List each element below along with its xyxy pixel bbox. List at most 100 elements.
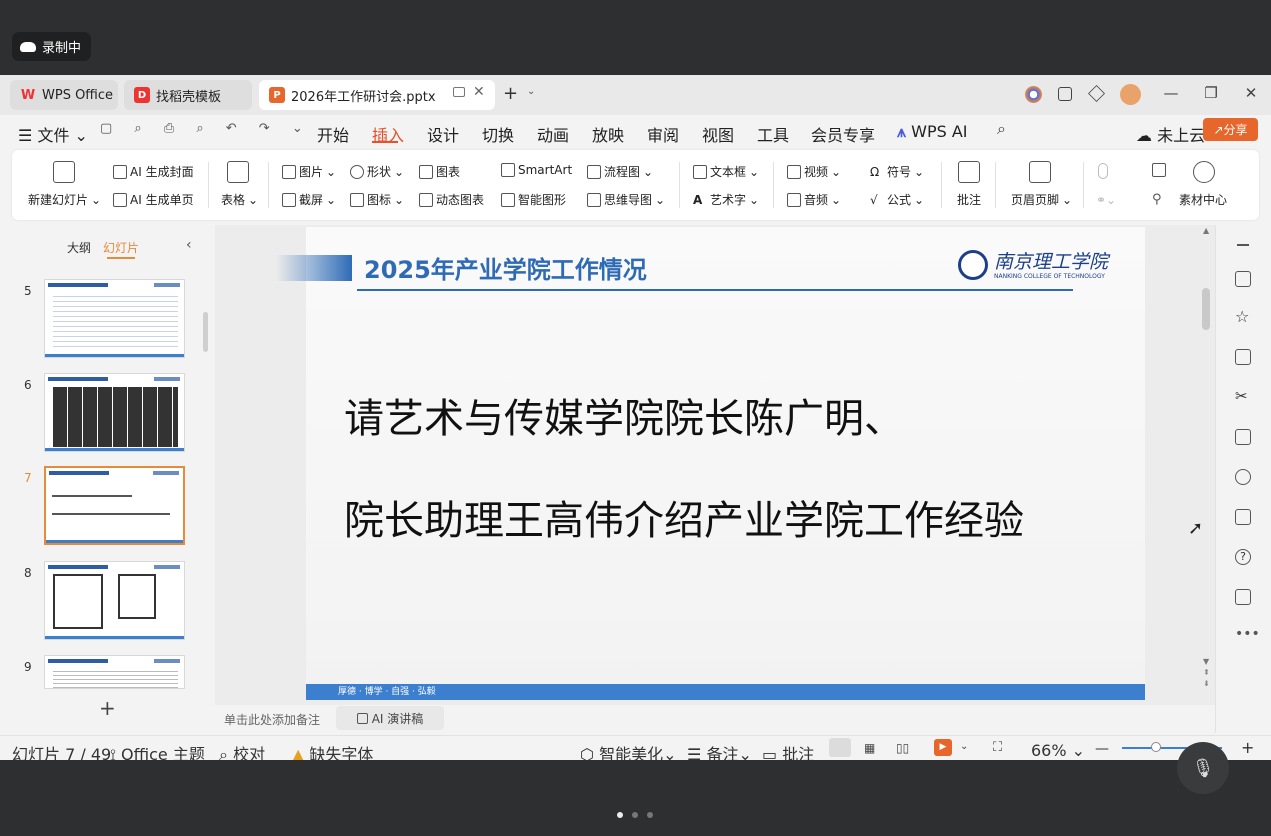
slide-thumbnail-7[interactable] xyxy=(44,466,185,545)
shirt-icon[interactable] xyxy=(1235,429,1251,445)
ai-cover-button[interactable]: AI 生成封面 xyxy=(113,163,194,180)
normal-view-icon[interactable] xyxy=(829,738,851,757)
page-dot[interactable] xyxy=(632,812,638,818)
scroll-up-icon[interactable]: ▲ xyxy=(1203,226,1209,235)
chat-icon[interactable] xyxy=(1235,589,1251,605)
ai-page-button[interactable]: AI 生成单页 xyxy=(113,191,194,208)
menu-tools[interactable]: 工具 xyxy=(757,122,789,146)
slide-thumbnail-8[interactable] xyxy=(44,561,185,640)
menu-animation[interactable]: 动画 xyxy=(537,122,569,146)
share-button[interactable]: ↗ 分享 xyxy=(1203,118,1258,141)
menu-member[interactable]: 会员专享 xyxy=(811,122,875,146)
page-dot[interactable] xyxy=(647,812,653,818)
menu-view[interactable]: 视图 xyxy=(702,122,734,146)
window-layout-icon[interactable] xyxy=(1058,87,1072,101)
flowchart-button[interactable]: 流程图 ⌄ xyxy=(587,163,653,180)
wordart-button[interactable]: A 艺术字 ⌄ xyxy=(693,191,759,208)
menu-transition[interactable]: 切换 xyxy=(482,122,514,146)
attachment-icon[interactable]: ⚲ xyxy=(1152,192,1162,207)
new-slide-button[interactable]: 新建幻灯片 ⌄ xyxy=(28,191,101,208)
restore-icon[interactable]: ❐ xyxy=(1200,84,1222,102)
slide-body-line-2[interactable]: 院长助理王高伟介绍产业学院工作经验 xyxy=(344,488,1024,546)
search-icon[interactable]: ⌕ xyxy=(997,119,1006,139)
screenshot-button[interactable]: 截屏 ⌄ xyxy=(282,191,336,208)
formula-button[interactable]: √ 公式 ⌄ xyxy=(870,191,924,208)
new-slide-icon xyxy=(53,161,75,183)
slides-tab[interactable]: 幻灯片 xyxy=(103,239,139,256)
float-window-icon[interactable] xyxy=(453,87,465,97)
close-tab-icon[interactable]: ✕ xyxy=(473,84,485,100)
icon-button[interactable]: 图标 ⌄ xyxy=(350,191,404,208)
star-icon[interactable]: ☆ xyxy=(1235,309,1251,326)
add-slide-icon[interactable]: + xyxy=(99,696,116,720)
slide-body-line-1[interactable]: 请艺术与传媒学院院长陈广明、 xyxy=(344,386,904,444)
page-nav-icons[interactable]: ▼ ⇞ ⇟ xyxy=(1203,656,1210,689)
table-button[interactable]: 表格 ⌄ xyxy=(221,191,258,208)
shape-button[interactable]: 形状 ⌄ xyxy=(350,163,404,180)
icon-library-icon xyxy=(350,192,364,207)
zoom-level[interactable]: 66% ⌄ xyxy=(1031,741,1085,760)
mindmap-button[interactable]: 思维导图 ⌄ xyxy=(587,191,665,208)
video-button[interactable]: 视频 ⌄ xyxy=(787,163,841,180)
slide-thumbnail-5[interactable] xyxy=(44,279,185,358)
microphone-muted-icon[interactable]: 🎙 xyxy=(1177,742,1229,794)
audio-button[interactable]: 音频 ⌄ xyxy=(787,191,841,208)
new-tab-icon[interactable]: + xyxy=(503,83,518,104)
slide-thumbnail-6[interactable] xyxy=(44,373,185,452)
file-menu[interactable]: ☰ 文件 ⌄ xyxy=(18,122,88,146)
tab-wps-office[interactable]: W WPS Office xyxy=(10,80,118,110)
slide-thumbnail-9[interactable] xyxy=(44,655,185,689)
header-footer-button[interactable]: 页眉页脚 ⌄ xyxy=(1011,191,1072,208)
chevron-down-icon[interactable]: ⌄ xyxy=(527,86,535,97)
ai-assistant-icon[interactable] xyxy=(1025,86,1042,103)
zoom-in-icon[interactable]: + xyxy=(1241,738,1254,757)
page-dot-active[interactable] xyxy=(617,812,623,818)
dynamic-chart-button[interactable]: 动态图表 xyxy=(419,191,484,208)
sorter-view-icon[interactable]: ▦ xyxy=(864,741,875,755)
magic-tools-icon[interactable]: ✂ xyxy=(1235,389,1251,405)
zoom-out-icon[interactable]: — xyxy=(1095,741,1109,757)
notes-placeholder[interactable]: 单击此处添加备注 xyxy=(224,711,320,728)
smart-graphic-button[interactable]: 智能图形 xyxy=(501,191,566,208)
collapse-panel-icon[interactable]: ‹ xyxy=(186,237,192,253)
symbol-button[interactable]: Ω 符号 ⌄ xyxy=(870,163,924,180)
copy-icon[interactable] xyxy=(1235,349,1251,365)
play-options-icon[interactable]: ⌄ xyxy=(960,741,968,752)
outline-tab[interactable]: 大纲 xyxy=(67,239,91,256)
minimize-icon[interactable]: — xyxy=(1160,84,1182,102)
textbox-button[interactable]: 文本框 ⌄ xyxy=(693,163,759,180)
more-icon[interactable]: ••• xyxy=(1235,626,1260,642)
menu-slideshow[interactable]: 放映 xyxy=(592,122,624,146)
menu-review[interactable]: 审阅 xyxy=(647,122,679,146)
tab-docer-template[interactable]: D 找稻壳模板 xyxy=(124,80,252,110)
collapse-icon[interactable] xyxy=(1237,244,1249,246)
play-icon[interactable]: ▶ xyxy=(934,739,952,756)
picture-button[interactable]: 图片 ⌄ xyxy=(282,163,336,180)
reading-view-icon[interactable]: ▯▯ xyxy=(896,741,909,755)
current-slide[interactable] xyxy=(306,227,1145,700)
wps-ai-menu[interactable]: ⩚ WPS AI xyxy=(897,122,968,142)
close-window-icon[interactable]: ✕ xyxy=(1240,84,1262,102)
menu-start[interactable]: 开始 xyxy=(317,122,349,146)
avatar[interactable] xyxy=(1120,84,1141,105)
slide-title[interactable]: 2025年产业学院工作情况 xyxy=(364,250,647,285)
tab-pptx-file[interactable]: P 2026年工作研讨会.pptx ✕ xyxy=(259,80,495,110)
video-label: 视频 xyxy=(804,165,829,179)
help-icon[interactable]: ? xyxy=(1235,549,1251,565)
smartart-button[interactable]: SmartArt xyxy=(501,163,572,177)
ai-speech-button[interactable]: AI 演讲稿 xyxy=(336,706,444,730)
fit-window-icon[interactable]: ⛶ xyxy=(993,740,1002,755)
settings-icon[interactable] xyxy=(1235,271,1251,287)
design-icon[interactable] xyxy=(1235,469,1251,485)
cloud-status[interactable]: ☁ 未上云 xyxy=(1136,122,1205,146)
menu-design[interactable]: 设计 xyxy=(427,122,459,146)
chart-button[interactable]: 图表 xyxy=(419,163,460,180)
panel-scrollbar[interactable] xyxy=(203,312,208,352)
zoom-slider-handle[interactable] xyxy=(1151,742,1161,752)
comment-button[interactable]: 批注 xyxy=(957,191,981,208)
object-icon[interactable] xyxy=(1152,163,1166,177)
material-center-button[interactable]: 素材中心 xyxy=(1179,191,1227,208)
canvas-scrollbar[interactable] xyxy=(1202,288,1210,330)
layout-icon[interactable] xyxy=(1235,509,1251,525)
quick-access-toolbar[interactable]: ▢ ⌕ ⎙ ⌕ ↶ ↷ ⌄ xyxy=(100,121,312,136)
